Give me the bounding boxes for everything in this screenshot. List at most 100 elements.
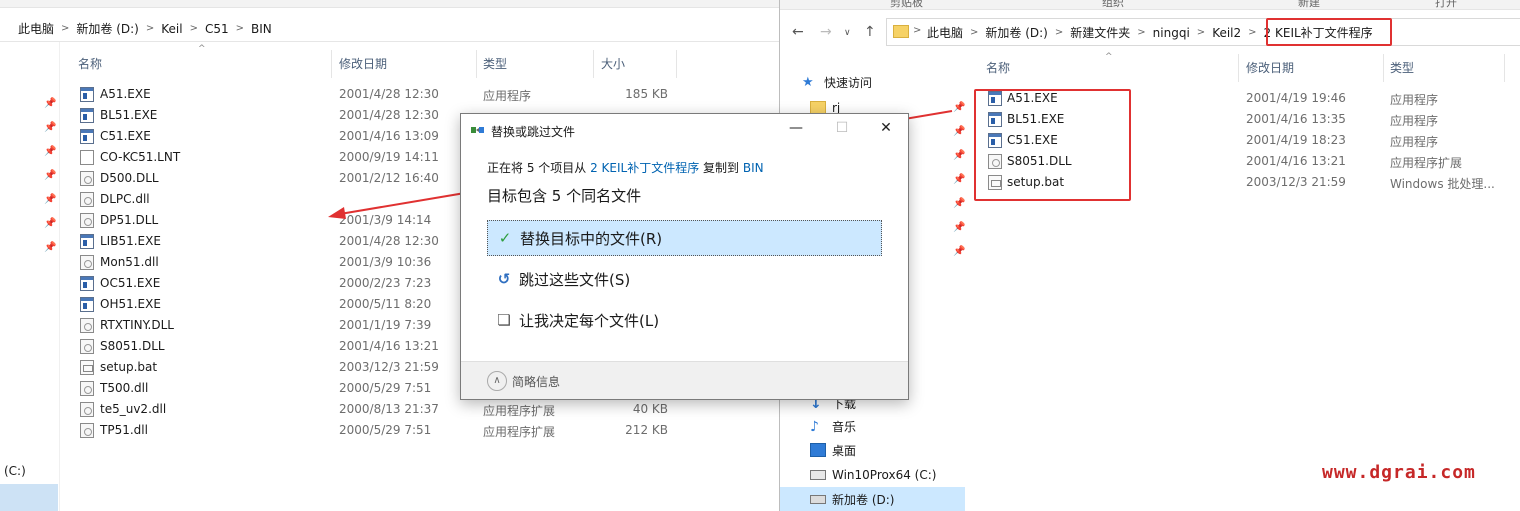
pin-icon[interactable]: 📌 [953,246,965,258]
chevron-right-icon: > [1054,27,1064,38]
file-date: 2001/4/16 13:35 [1246,112,1346,126]
file-date: 2001/4/28 12:30 [339,87,439,101]
file-date: 2001/4/19 18:23 [1246,133,1346,147]
breadcrumb-item[interactable]: 新加卷 (D:) [985,24,1047,41]
summary-text: 正在将 5 个项目从 [487,161,591,175]
breadcrumb-item[interactable]: C51 [205,22,229,36]
chevron-down-icon[interactable]: ∨ [844,28,851,38]
file-date: 2003/12/3 21:59 [339,360,439,374]
file-date: 2001/4/16 13:21 [339,339,439,353]
dll-icon [80,381,94,396]
destination-folder-link[interactable]: BIN [743,161,764,175]
column-header-size[interactable]: 大小 [601,50,625,80]
file-date: 2001/4/28 12:30 [339,234,439,248]
right-address-bar[interactable]: > 此电脑 > 新加卷 (D:) > 新建文件夹 > ningqi > Keil2 > 2… [886,18,1520,46]
column-divider[interactable] [1238,54,1239,82]
file-name: OC51.EXE [100,276,161,290]
ribbon-group-label: 新建 [1298,0,1320,9]
nav-item-music[interactable]: ♪ 音乐 [810,415,856,437]
nav-selected-item[interactable] [0,484,58,511]
dll-icon [80,192,94,207]
exe-icon [80,276,94,291]
column-divider[interactable] [1504,54,1505,82]
breadcrumb-item[interactable]: Keil [161,22,182,36]
column-divider[interactable] [593,50,594,78]
column-header-date[interactable]: 修改日期 [1246,54,1294,84]
chevron-right-icon: > [970,27,979,38]
forward-arrow-icon[interactable]: → [820,24,832,40]
file-date: 2001/4/28 12:30 [339,108,439,122]
chevron-up-icon[interactable]: ∧ [487,371,507,391]
file-date: 2001/4/16 13:21 [1246,154,1346,168]
column-header-name[interactable]: 名称 [78,50,102,80]
maximize-icon[interactable]: ☐ [827,120,857,136]
option-label: 让我决定每个文件(L) [519,311,660,330]
column-divider[interactable] [331,50,332,78]
skip-files-option[interactable]: ↺ 跳过这些文件(S) [487,261,882,297]
pin-icon[interactable]: 📌 [953,222,965,234]
breadcrumb-item[interactable]: 此电脑 [927,24,963,41]
dll-icon [80,171,94,186]
column-divider[interactable] [476,50,477,78]
file-type: 应用程序 [1390,114,1439,128]
column-header-name[interactable]: 名称 [986,54,1010,84]
column-header-date[interactable]: 修改日期 [339,50,387,80]
breadcrumb-item[interactable]: 新建文件夹 [1070,24,1130,41]
file-name: OH51.EXE [100,297,161,311]
breadcrumb-item[interactable]: Keil2 [1212,26,1241,40]
fewer-details-toggle[interactable]: 简略信息 [512,373,560,390]
nav-label: 音乐 [832,419,857,434]
file-name: setup.bat [100,360,158,374]
table-row[interactable]: A51.EXE 2001/4/28 12:30 应用程序 185 KB [0,84,780,105]
exe-icon [80,129,94,144]
dialog-heading: 目标包含 5 个同名文件 [487,187,642,205]
dialog-title-bar[interactable]: 替换或跳过文件 — ☐ ✕ [461,114,908,146]
nav-label: 新加卷 (D:) [832,492,895,507]
source-folder-link[interactable]: 2 KEIL补丁文件程序 [590,161,699,175]
left-address-bar[interactable]: 此电脑 > 新加卷 (D:) > Keil > C51 > BIN [0,14,780,42]
file-date: 2001/3/9 14:14 [339,213,432,227]
file-name: CO-KC51.LNT [100,150,181,164]
document-icon [80,150,94,165]
breadcrumb-item[interactable]: ningqi [1153,26,1190,40]
file-date: 2000/9/19 14:11 [339,150,439,164]
file-date: 2000/8/13 21:37 [339,402,439,416]
chevron-right-icon: > [145,23,155,34]
right-address-row: ← → ∨ ↑ > 此电脑 > 新加卷 (D:) > 新建文件夹 > ningqi > … [780,16,1520,48]
breadcrumb-item[interactable]: 此电脑 [18,20,54,37]
breadcrumb-item[interactable]: 新加卷 (D:) [76,20,138,37]
pin-icon[interactable]: 📌 [953,198,965,210]
column-divider[interactable] [676,50,677,78]
column-header-type[interactable]: 类型 [483,50,507,80]
table-row[interactable]: TP51.dll 2000/5/29 7:51 应用程序扩展 212 KB [0,420,780,441]
folder-icon [893,25,909,38]
minimize-icon[interactable]: — [781,120,811,136]
file-date: 2001/2/12 16:40 [339,171,439,185]
dll-icon [80,318,94,333]
dll-icon [80,423,94,438]
nav-item-d-drive[interactable]: 新加卷 (D:) [810,488,894,510]
nav-item-c-drive[interactable]: (C:) [4,464,26,478]
replace-files-option[interactable]: ✓ 替换目标中的文件(R) [487,220,882,256]
decide-each-file-option[interactable]: ❏ 让我决定每个文件(L) [487,302,882,338]
file-date: 2000/2/23 7:23 [339,276,432,290]
replace-or-skip-dialog: 替换或跳过文件 — ☐ ✕ 正在将 5 个项目从 2 KEIL补丁文件程序 复制… [460,113,909,400]
column-header-type[interactable]: 类型 [1390,54,1414,84]
file-name: DP51.DLL [100,213,159,227]
file-type: 应用程序 [483,89,532,103]
close-icon[interactable]: ✕ [871,120,901,136]
file-type: 应用程序扩展 [483,425,556,439]
file-name: D500.DLL [100,171,159,185]
batch-file-icon [80,360,94,375]
table-row[interactable]: te5_uv2.dll 2000/8/13 21:37 应用程序扩展 40 KB [0,399,780,420]
file-name: RTXTINY.DLL [100,318,174,332]
up-arrow-icon[interactable]: ↑ [864,24,876,40]
column-divider[interactable] [1383,54,1384,82]
dialog-footer: ∧ 简略信息 [461,361,908,399]
nav-item-desktop[interactable]: 桌面 [810,439,856,461]
exe-icon [80,234,94,249]
breadcrumb-item[interactable]: BIN [251,22,272,36]
nav-item-c-drive[interactable]: Win10Prox64 (C:) [810,464,936,486]
back-arrow-icon[interactable]: ← [792,24,804,40]
file-name: TP51.dll [100,423,148,437]
